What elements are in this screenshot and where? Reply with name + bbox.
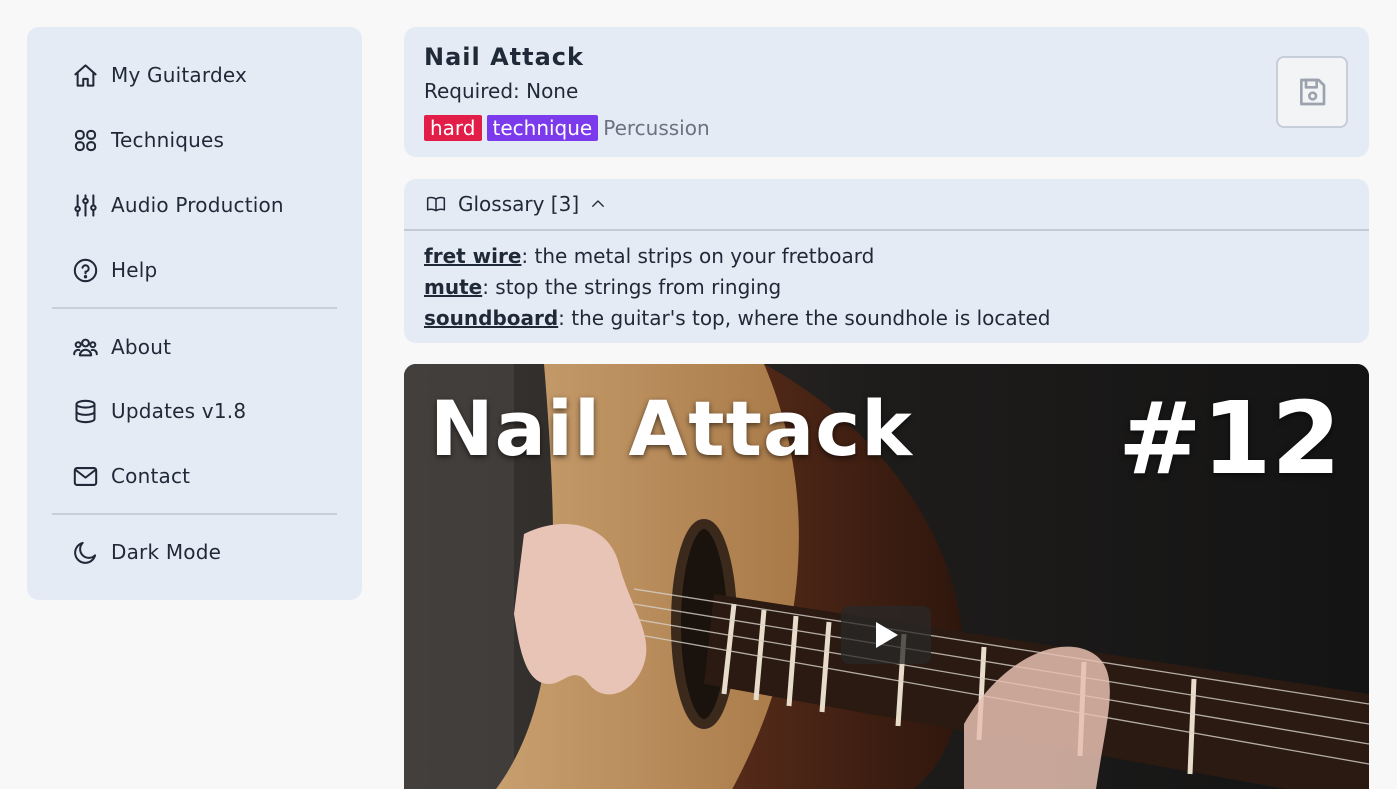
list-item: fret wire: the metal strips on your fret…: [424, 241, 1050, 272]
mail-icon: [71, 462, 99, 490]
sidebar-item-label: About: [111, 335, 172, 359]
glossary-definition: : the metal strips on your fretboard: [521, 244, 875, 268]
glossary-title: Glossary [3]: [458, 192, 580, 216]
required-text: Required: None: [424, 79, 579, 103]
difficulty-tag: hard: [424, 115, 482, 141]
video-player[interactable]: Nail Attack #12: [404, 364, 1369, 789]
help-circle-icon: [71, 256, 99, 284]
sidebar-item-help[interactable]: Help: [71, 250, 157, 290]
list-item: soundboard: the guitar's top, where the …: [424, 303, 1050, 334]
glossary-list: fret wire: the metal strips on your fret…: [424, 241, 1050, 334]
sidebar-item-contact[interactable]: Contact: [71, 456, 190, 496]
play-icon: [876, 622, 898, 648]
grid-icon: [71, 126, 99, 154]
dark-mode-toggle[interactable]: Dark Mode: [71, 532, 221, 572]
play-button[interactable]: [841, 606, 931, 664]
sidebar-item-label: Contact: [111, 464, 191, 488]
database-icon: [71, 397, 99, 425]
sidebar-item-audio-production[interactable]: Audio Production: [71, 185, 284, 225]
glossary-toggle[interactable]: Glossary [3]: [404, 179, 1369, 231]
type-tag: technique: [486, 115, 599, 141]
video-number-overlay: #12: [1118, 380, 1341, 497]
glossary-term-link[interactable]: mute: [424, 275, 482, 299]
sidebar-item-label: Dark Mode: [111, 540, 222, 564]
sidebar: My Guitardex Techniques Audio Production…: [27, 27, 362, 600]
glossary-panel: Glossary [3] fret wire: the metal strips…: [404, 179, 1369, 343]
sidebar-divider: [52, 307, 337, 309]
glossary-term-link[interactable]: soundboard: [424, 306, 558, 330]
moon-icon: [71, 538, 99, 566]
sidebar-item-about[interactable]: About: [71, 327, 171, 367]
sidebar-item-label: Updates v1.8: [111, 399, 247, 423]
book-icon: [426, 196, 446, 212]
save-button[interactable]: [1276, 56, 1348, 128]
chevron-up-icon: [592, 200, 605, 207]
tag-list: hard technique Percussion: [424, 115, 710, 141]
sidebar-item-my-guitardex[interactable]: My Guitardex: [71, 55, 247, 95]
sidebar-item-updates[interactable]: Updates v1.8: [71, 391, 246, 431]
save-icon: [1296, 76, 1328, 108]
sidebar-item-techniques[interactable]: Techniques: [71, 120, 224, 160]
home-icon: [71, 61, 99, 89]
sidebar-divider: [52, 513, 337, 515]
glossary-definition: : stop the strings from ringing: [482, 275, 782, 299]
video-title-overlay: Nail Attack: [430, 384, 913, 473]
sliders-icon: [71, 191, 99, 219]
list-item: mute: stop the strings from ringing: [424, 272, 1050, 303]
technique-header: Nail Attack Required: None hard techniqu…: [404, 27, 1369, 157]
sidebar-item-label: Audio Production: [111, 193, 284, 217]
page-title: Nail Attack: [424, 43, 584, 71]
sidebar-item-label: My Guitardex: [111, 63, 248, 87]
sidebar-item-label: Techniques: [111, 128, 225, 152]
sidebar-item-label: Help: [111, 258, 158, 282]
glossary-definition: : the guitar's top, where the soundhole …: [558, 306, 1051, 330]
category-tag: Percussion: [603, 116, 710, 140]
users-icon: [71, 333, 99, 361]
glossary-term-link[interactable]: fret wire: [424, 244, 521, 268]
